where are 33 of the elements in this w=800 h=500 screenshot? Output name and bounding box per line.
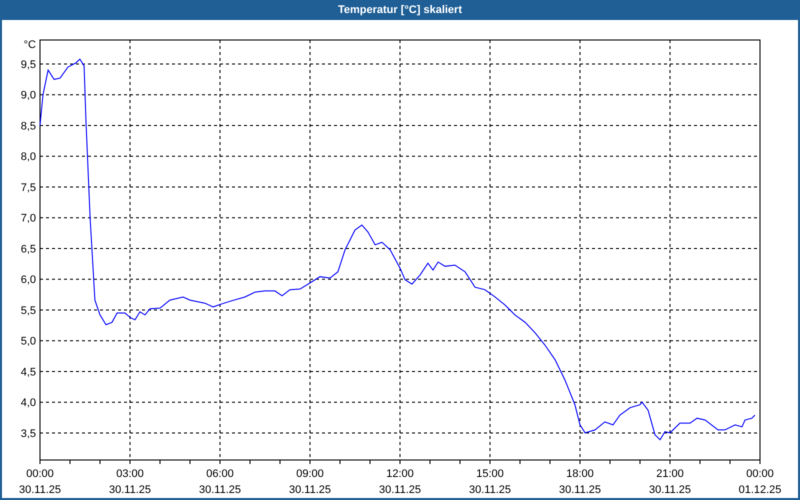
x-tick-date-label: 30.11.25 [559,484,601,496]
y-tick-label: 7,0 [20,212,36,225]
x-tick-time-label: 00:00 [746,468,774,480]
y-tick-label: 9,5 [20,58,36,71]
y-tick-label: 7,5 [20,182,36,194]
x-tick-date-label: 30.11.25 [109,484,151,496]
x-tick-date-label: 30.11.25 [289,484,331,496]
y-tick-label: 4,5 [20,366,36,378]
x-tick-time-label: 18:00 [566,468,594,480]
x-tick-time-label: 12:00 [386,468,414,480]
y-tick-label: 5,0 [20,336,36,348]
y-tick-label: 6,5 [20,243,36,256]
y-tick-label: 6,0 [20,274,36,286]
x-tick-date-label: 30.11.25 [19,484,61,496]
x-tick-time-label: 03:00 [116,468,144,480]
x-tick-date-label: 30.11.25 [469,484,511,496]
y-tick-label: 4,0 [20,397,36,410]
x-tick-time-label: 15:00 [476,468,504,480]
y-tick-label: 9,0 [20,90,36,102]
x-tick-date-label: 30.11.25 [199,484,241,496]
x-tick-date-label: 01.12.25 [738,484,782,496]
x-tick-time-label: 21:00 [656,468,684,480]
x-tick-time-label: 06:00 [206,468,234,480]
y-tick-label: 3,5 [20,428,36,440]
x-tick-time-label: 09:00 [296,468,324,480]
y-tick-label: 8,5 [20,120,36,132]
x-tick-date-label: 30.11.25 [649,484,691,496]
x-tick-date-label: 30.11.25 [379,484,421,496]
x-tick-time-label: 00:00 [26,468,54,480]
axis-unit-label: °C [24,39,36,51]
window-title: Temperatur [°C] skaliert [336,2,463,18]
y-tick-label: 8,0 [20,151,36,164]
y-tick-label: 5,5 [20,304,36,317]
